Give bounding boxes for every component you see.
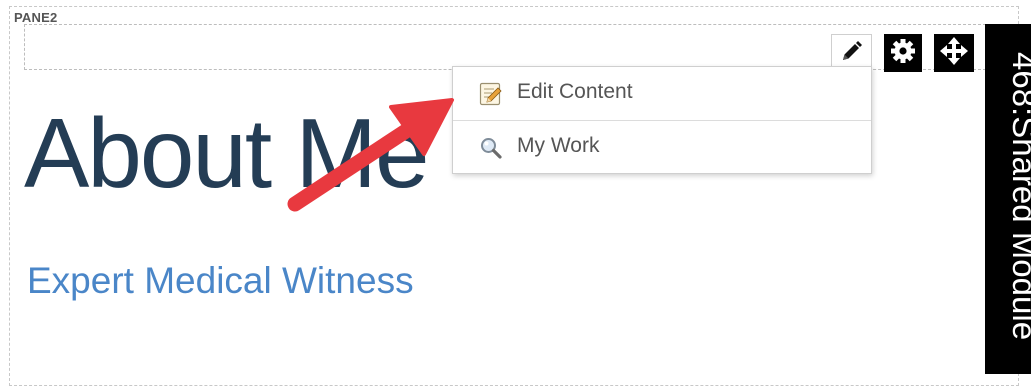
move-button[interactable] — [934, 34, 974, 72]
edit-document-icon — [479, 82, 503, 106]
menu-item-my-work[interactable]: My Work — [453, 121, 871, 173]
page-subtitle: Expert Medical Witness — [27, 260, 414, 301]
settings-button[interactable] — [884, 34, 922, 72]
edit-dropdown-menu: Edit Content My Work — [452, 66, 872, 174]
move-arrows-icon — [939, 36, 969, 71]
pane-label: PANE2 — [14, 10, 58, 25]
menu-item-label: My Work — [517, 134, 600, 157]
pencil-icon — [840, 39, 864, 68]
gear-icon — [889, 37, 917, 70]
magnifier-icon — [479, 136, 503, 160]
menu-item-label: Edit Content — [517, 80, 633, 103]
page-title: About Me — [24, 98, 429, 208]
menu-item-edit-content[interactable]: Edit Content — [453, 67, 871, 119]
module-title: 468:Shared Module — [1006, 52, 1031, 341]
